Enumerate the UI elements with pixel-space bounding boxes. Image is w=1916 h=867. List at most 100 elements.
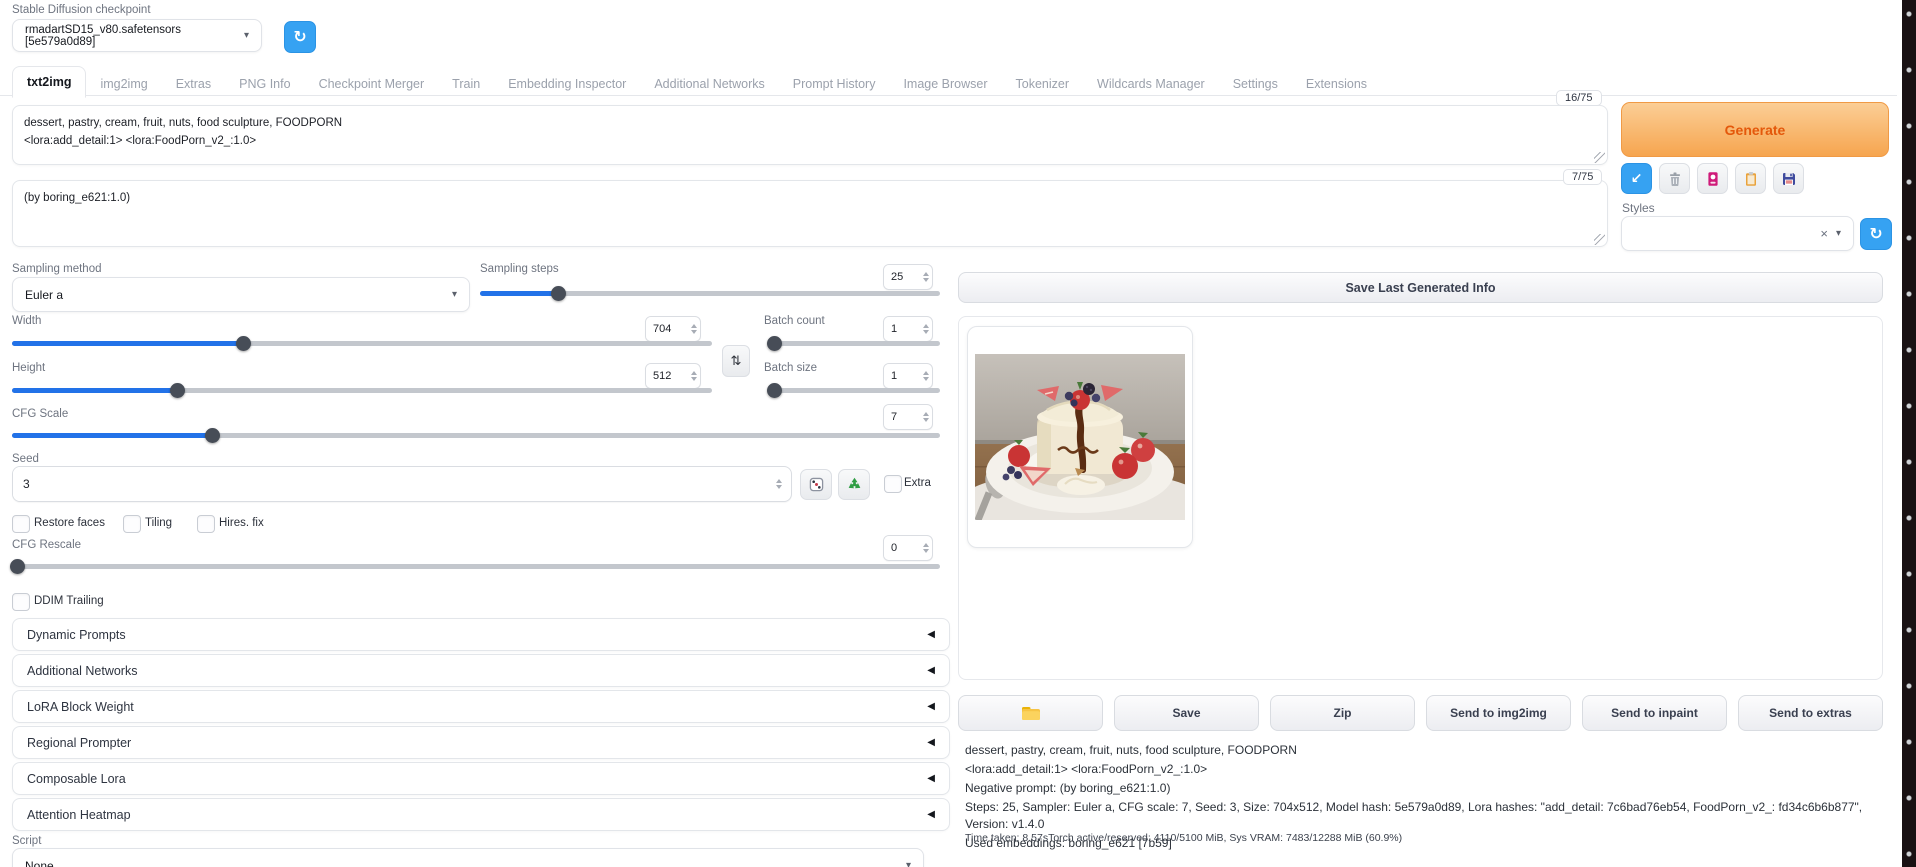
save-button[interactable]: Save <box>1114 695 1259 731</box>
sampling-steps-slider[interactable] <box>480 285 940 301</box>
tab-png-info[interactable]: PNG Info <box>225 69 304 98</box>
accordion-regional-prompter[interactable]: Regional Prompter ◀ <box>12 726 950 759</box>
refresh-styles-button[interactable]: ↻ <box>1860 218 1892 250</box>
clear-styles-icon[interactable]: × <box>1820 226 1828 241</box>
spinner-down-icon[interactable] <box>690 330 697 334</box>
slider-thumb[interactable] <box>767 383 782 398</box>
spinner-up-icon[interactable] <box>922 272 929 276</box>
tab-additional-networks[interactable]: Additional Networks <box>640 69 778 98</box>
tab-extras[interactable]: Extras <box>162 69 225 98</box>
batch-size-slider[interactable] <box>767 382 940 398</box>
ddim-trailing-checkbox[interactable] <box>12 593 30 611</box>
spinner[interactable] <box>922 536 932 560</box>
tab-extensions[interactable]: Extensions <box>1292 69 1381 98</box>
seed-value[interactable] <box>13 467 773 501</box>
apply-style-button[interactable] <box>1735 163 1766 194</box>
tab-embedding-inspector[interactable]: Embedding Inspector <box>494 69 640 98</box>
tab-checkpoint-merger[interactable]: Checkpoint Merger <box>305 69 439 98</box>
tab-image-browser[interactable]: Image Browser <box>889 69 1001 98</box>
send-to-inpaint-button[interactable]: Send to inpaint <box>1582 695 1727 731</box>
refresh-checkpoint-button[interactable]: ↻ <box>284 21 316 53</box>
spinner-up-icon[interactable] <box>922 543 929 547</box>
accordion-additional-networks[interactable]: Additional Networks ◀ <box>12 654 950 687</box>
page-scrollbar[interactable] <box>1902 0 1916 867</box>
slider-track[interactable] <box>12 564 940 569</box>
tab-prompt-history[interactable]: Prompt History <box>779 69 890 98</box>
spinner-up-icon[interactable] <box>922 324 929 328</box>
zip-button[interactable]: Zip <box>1270 695 1415 731</box>
spinner-up-icon[interactable] <box>922 371 929 375</box>
open-folder-button[interactable] <box>958 695 1103 731</box>
negative-prompt-input[interactable]: (by boring_e621:1.0) <box>12 180 1608 247</box>
spinner-down-icon[interactable] <box>922 278 929 282</box>
generated-image-thumbnail[interactable] <box>967 326 1193 548</box>
slider-track[interactable] <box>12 388 712 393</box>
slider-thumb[interactable] <box>236 336 251 351</box>
width-slider[interactable] <box>12 335 712 351</box>
extra-seed-checkbox[interactable] <box>884 475 902 493</box>
spinner-down-icon[interactable] <box>922 418 929 422</box>
tiling-checkbox[interactable] <box>123 515 141 533</box>
tab-train[interactable]: Train <box>438 69 494 98</box>
slider-thumb[interactable] <box>204 428 220 443</box>
swap-dimensions-button[interactable]: ⇅ <box>722 345 750 377</box>
tab-txt2img[interactable]: txt2img <box>12 66 87 98</box>
cfg-rescale-slider[interactable] <box>10 558 940 574</box>
cfg-scale-value[interactable] <box>884 405 922 429</box>
accordion-dynamic-prompts[interactable]: Dynamic Prompts ◀ <box>12 618 950 651</box>
paste-params-button[interactable]: ↙ <box>1621 163 1652 194</box>
slider-track[interactable] <box>480 291 940 296</box>
slider-track[interactable] <box>12 433 940 438</box>
spinner-down-icon[interactable] <box>922 377 929 381</box>
tab-wildcards-manager[interactable]: Wildcards Manager <box>1083 69 1219 98</box>
styles-card-button[interactable] <box>1697 163 1728 194</box>
random-seed-button[interactable] <box>800 469 832 500</box>
prompt-resize-handle[interactable] <box>1594 152 1605 163</box>
batch-count-slider[interactable] <box>767 335 940 351</box>
hires-fix-checkbox[interactable] <box>197 515 215 533</box>
slider-track[interactable] <box>768 388 940 393</box>
styles-input[interactable] <box>1634 225 1821 242</box>
negative-resize-handle[interactable] <box>1594 234 1605 245</box>
send-to-extras-button[interactable]: Send to extras <box>1738 695 1883 731</box>
slider-thumb[interactable] <box>10 559 25 574</box>
spinner-up-icon[interactable] <box>690 371 697 375</box>
cfg-rescale-value[interactable] <box>884 536 922 560</box>
slider-track[interactable] <box>768 341 940 346</box>
slider-thumb[interactable] <box>169 383 185 398</box>
slider-thumb[interactable] <box>551 286 567 301</box>
spinner-down-icon[interactable] <box>922 330 929 334</box>
spinner-up-icon[interactable] <box>922 412 929 416</box>
tab-img2img[interactable]: img2img <box>86 69 161 98</box>
spinner[interactable] <box>772 467 791 501</box>
spinner-down-icon[interactable] <box>775 485 782 489</box>
spinner-down-icon[interactable] <box>922 549 929 553</box>
save-last-generated-info-button[interactable]: Save Last Generated Info <box>958 272 1883 303</box>
reuse-seed-button[interactable] <box>838 469 870 500</box>
styles-combobox[interactable]: × ▾ <box>1621 216 1854 251</box>
slider-thumb[interactable] <box>767 336 782 351</box>
prompt-input[interactable]: dessert, pastry, cream, fruit, nuts, foo… <box>12 105 1608 165</box>
generate-button[interactable]: Generate <box>1621 102 1889 157</box>
accordion-attention-heatmap[interactable]: Attention Heatmap ◀ <box>12 798 950 831</box>
spinner-up-icon[interactable] <box>775 479 782 483</box>
restore-faces-checkbox[interactable] <box>12 515 30 533</box>
accordion-composable-lora[interactable]: Composable Lora ◀ <box>12 762 950 795</box>
slider-track[interactable] <box>12 341 712 346</box>
spinner-down-icon[interactable] <box>690 377 697 381</box>
checkpoint-select[interactable]: rmadartSD15_v80.safetensors [5e579a0d89]… <box>12 19 262 52</box>
seed-input[interactable] <box>12 466 792 502</box>
cfg-scale-slider[interactable] <box>12 427 940 443</box>
accordion-lora-block-weight[interactable]: LoRA Block Weight ◀ <box>12 690 950 723</box>
save-style-button[interactable] <box>1773 163 1804 194</box>
script-select[interactable]: None ▾ <box>12 848 924 867</box>
tab-settings[interactable]: Settings <box>1219 69 1292 98</box>
tab-tokenizer[interactable]: Tokenizer <box>1002 69 1084 98</box>
trash-icon <box>1669 172 1680 186</box>
sampling-method-select[interactable]: Euler a ▾ <box>12 277 470 312</box>
spinner[interactable] <box>922 405 932 429</box>
spinner-up-icon[interactable] <box>690 324 697 328</box>
clear-prompt-button[interactable] <box>1659 163 1690 194</box>
height-slider[interactable] <box>12 382 712 398</box>
send-to-img2img-button[interactable]: Send to img2img <box>1426 695 1571 731</box>
